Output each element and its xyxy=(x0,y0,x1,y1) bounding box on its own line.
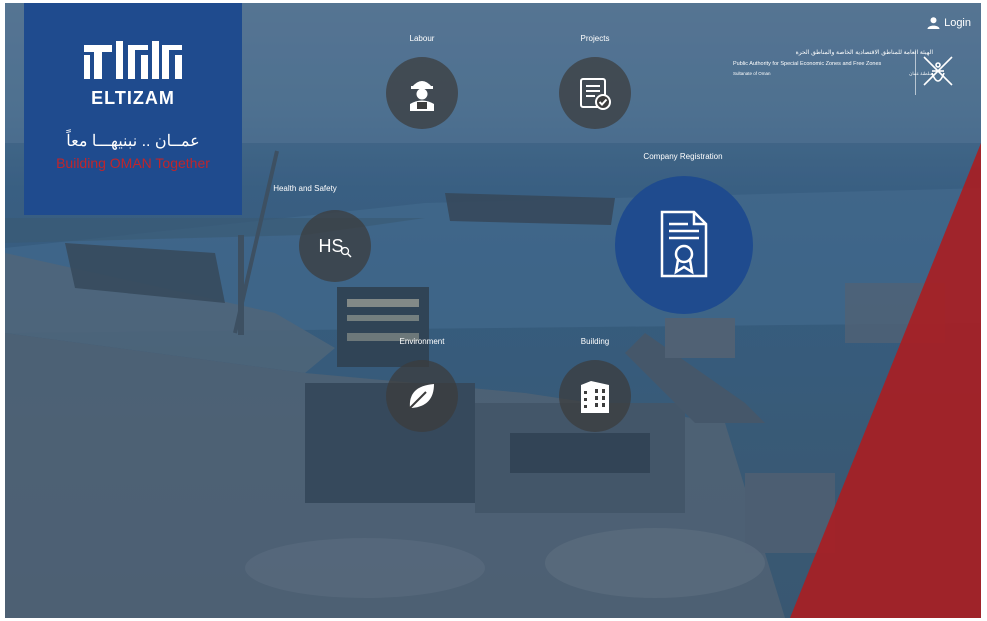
service-health-and-safety[interactable]: Health and Safety HS xyxy=(273,183,395,283)
checklist-icon xyxy=(580,78,611,110)
leaf-icon xyxy=(409,384,434,409)
building-circle xyxy=(559,360,631,432)
authority-divider xyxy=(915,51,916,95)
landing-screen: ELTIZAM عمــان .. نبنيهـــا معاً Buildin… xyxy=(5,3,981,618)
service-labour[interactable]: Labour xyxy=(362,30,482,130)
user-icon xyxy=(927,17,940,29)
eltizam-brand-panel: ELTIZAM عمــان .. نبنيهـــا معاً Buildin… xyxy=(24,3,242,215)
building-label: Building xyxy=(580,337,610,346)
authority-name-block: الهيئة العامة للمناطق الاقتصادية الخاصة … xyxy=(733,49,933,77)
service-company-registration[interactable]: Company Registration xyxy=(613,149,753,315)
company-registration-label: Company Registration xyxy=(643,152,723,161)
login-button[interactable]: Login xyxy=(927,17,971,29)
projects-circle xyxy=(559,57,631,129)
company-registration-circle xyxy=(615,176,753,314)
service-building[interactable]: Building xyxy=(535,333,655,433)
health-safety-label: Health and Safety xyxy=(273,184,337,193)
magnifier-icon xyxy=(340,246,352,258)
environment-label: Environment xyxy=(399,337,445,346)
labour-circle xyxy=(386,57,458,129)
health-safety-circle: HS xyxy=(299,210,371,282)
worker-icon xyxy=(410,81,434,111)
service-environment[interactable]: Environment xyxy=(362,333,482,433)
authority-english-name: Public Authority for Special Economic Zo… xyxy=(733,61,882,67)
environment-circle xyxy=(386,360,458,432)
building-icon xyxy=(581,381,609,413)
eltizam-logo-mark-icon xyxy=(84,41,182,79)
authority-arabic-name: الهيئة العامة للمناطق الاقتصادية الخاصة … xyxy=(795,50,933,56)
english-tagline: Building OMAN Together xyxy=(56,155,210,171)
sultanate-english: Sultanate of Oman xyxy=(733,71,771,76)
khanjar-emblem-icon xyxy=(923,56,953,86)
eltizam-wordmark: ELTIZAM xyxy=(91,88,175,108)
login-label: Login xyxy=(944,17,971,29)
labour-label: Labour xyxy=(409,34,435,43)
service-projects[interactable]: Projects xyxy=(535,30,655,130)
arabic-tagline: عمــان .. نبنيهـــا معاً xyxy=(66,133,200,150)
certificate-icon xyxy=(660,210,708,278)
projects-label: Projects xyxy=(580,34,610,43)
